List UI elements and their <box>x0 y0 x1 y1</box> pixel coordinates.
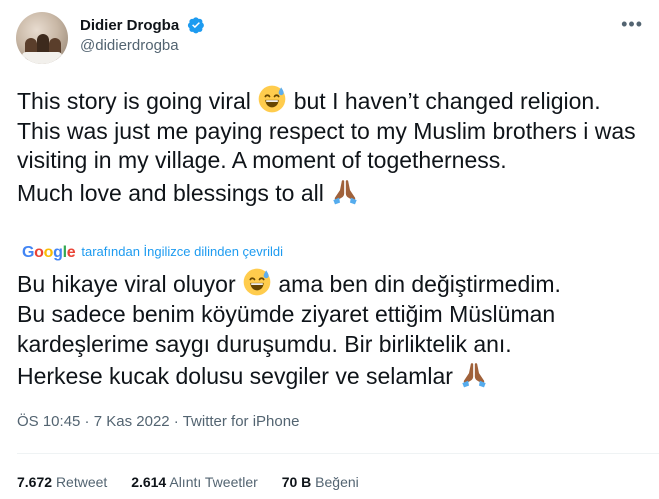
tweet-line-2: This was just me paying respect to my Mu… <box>17 117 636 174</box>
meta-separator: · <box>80 413 94 430</box>
tweet-line-3a: Much love and blessings to all <box>17 179 331 206</box>
translated-line-3a: Herkese kucak dolusu sevgiler ve selamla… <box>17 363 460 389</box>
tweet-text: This story is going viral but I haven’t … <box>17 84 647 208</box>
translated-line-1a: Bu hikaye viral oluyor <box>17 271 242 297</box>
avatar[interactable] <box>16 12 68 64</box>
tweet-line-1a: This story is going viral <box>17 88 258 114</box>
meta-separator: · <box>169 413 183 430</box>
verified-badge-icon <box>187 17 204 34</box>
grinning-sweat-emoji <box>243 268 271 296</box>
more-options-icon[interactable]: ••• <box>621 14 643 35</box>
grinning-sweat-emoji <box>258 85 286 113</box>
tweet-line-1b: but I haven’t changed religion. <box>287 88 601 114</box>
translated-line-2: Bu sadece benim köyümde ziyaret ettiğim … <box>17 301 556 357</box>
folded-hands-emoji <box>333 179 357 204</box>
tweet-stats: 7.672 Retweet 2.614 Alıntı Tweetler 70 B… <box>17 474 379 490</box>
author-info[interactable]: Didier Drogba @didierdrogba <box>80 16 205 54</box>
translation-label: tarafından İngilizce dilinden çevrildi <box>81 244 283 259</box>
likes-count: 70 B <box>281 474 312 490</box>
quotes-stat[interactable]: 2.614 Alıntı Tweetler <box>131 474 258 490</box>
likes-label: Beğeni <box>315 474 359 490</box>
divider <box>17 453 659 454</box>
handle: @didierdrogba <box>80 37 179 55</box>
google-logo: Google <box>22 244 76 261</box>
retweets-stat[interactable]: 7.672 Retweet <box>17 474 107 490</box>
tweet-source[interactable]: Twitter for iPhone <box>183 413 300 430</box>
retweets-label: Retweet <box>55 474 108 490</box>
tweet-meta: ÖS 10:45 · 7 Kas 2022 · Twitter for iPho… <box>17 413 299 430</box>
tweet-date[interactable]: 7 Kas 2022 <box>94 413 170 430</box>
display-name[interactable]: Didier Drogba <box>80 17 179 34</box>
quotes-count: 2.614 <box>131 474 167 490</box>
translated-text: Bu hikaye viral oluyor ama ben din değiş… <box>17 267 647 391</box>
translation-attribution[interactable]: Google tarafından İngilizce dilinden çevr… <box>22 244 283 262</box>
quotes-label: Alıntı Tweetler <box>169 474 258 490</box>
tweet-header: Didier Drogba @didierdrogba ••• <box>16 12 643 64</box>
translated-line-1b: ama ben din değiştirmedim. <box>272 271 561 297</box>
likes-stat[interactable]: 70 B Beğeni <box>282 474 359 490</box>
retweets-count: 7.672 <box>17 474 53 490</box>
folded-hands-emoji <box>462 363 486 388</box>
tweet-time[interactable]: ÖS 10:45 <box>17 413 80 430</box>
